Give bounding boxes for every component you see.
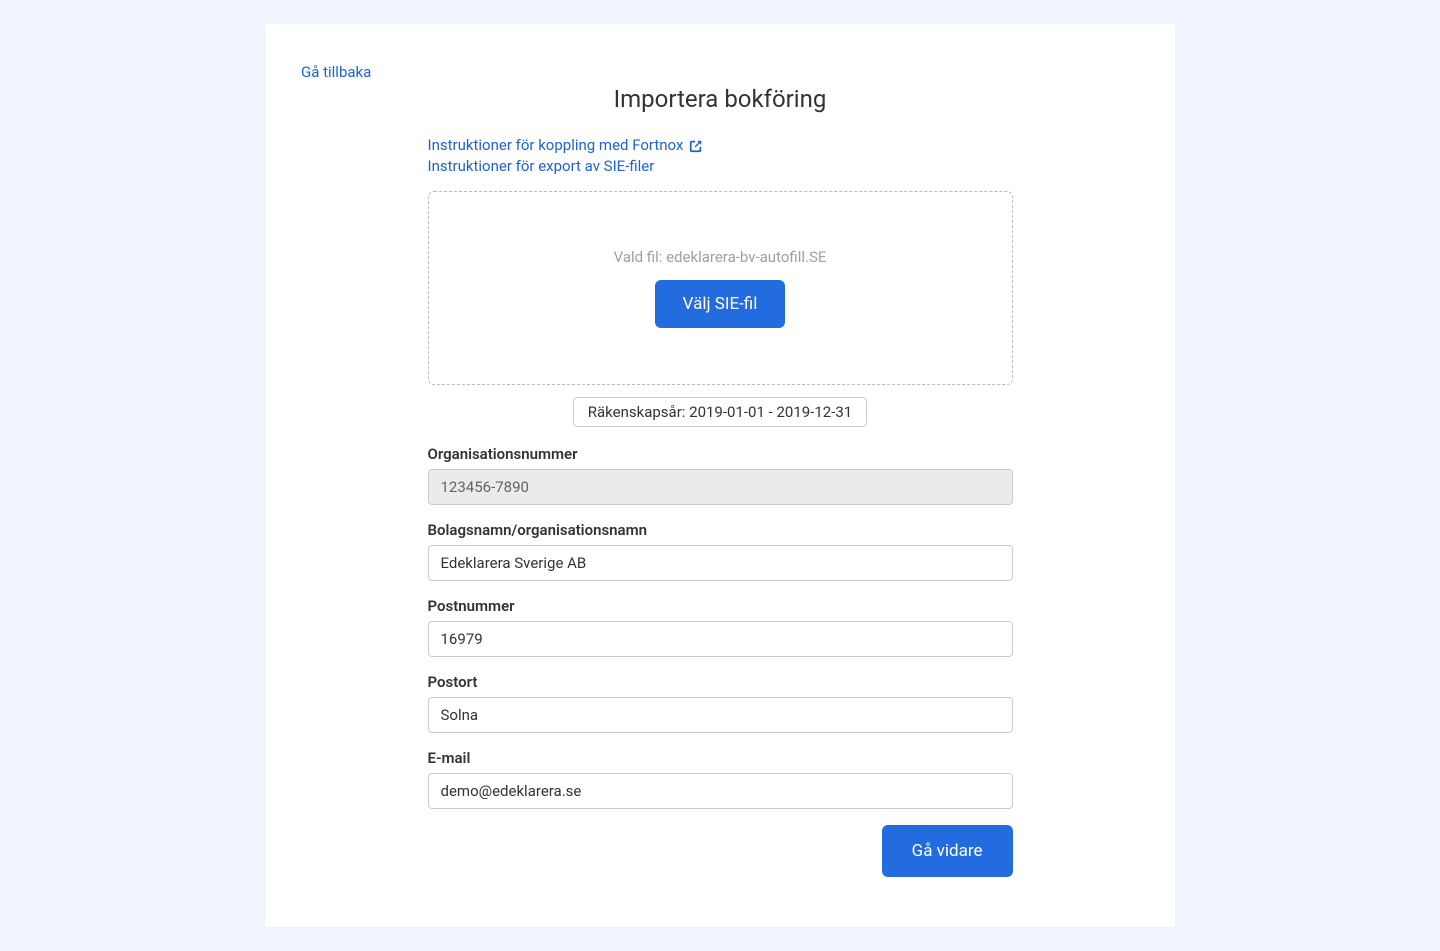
file-name: edeklarera-bv-autofill.SE (666, 248, 826, 266)
fiscal-year-container: Räkenskapsår: 2019-01-01 - 2019-12-31 (428, 397, 1013, 427)
choose-file-button[interactable]: Välj SIE-fil (655, 280, 786, 328)
fortnox-instructions-link[interactable]: Instruktioner för koppling med Fortnox (428, 135, 704, 156)
email-input[interactable] (428, 773, 1013, 809)
page-title: Importera bokföring (301, 85, 1139, 113)
external-link-icon (689, 139, 703, 153)
company-name-label: Bolagsnamn/organisationsnamn (428, 521, 1013, 539)
continue-button[interactable]: Gå vidare (882, 825, 1013, 877)
selected-file-label: Vald fil: edeklarera-bv-autofill.SE (449, 248, 992, 266)
postal-code-label: Postnummer (428, 597, 1013, 615)
email-group: E-mail (428, 749, 1013, 809)
fortnox-instructions-label: Instruktioner för koppling med Fortnox (428, 135, 684, 156)
main-card: Gå tillbaka Importera bokföring Instrukt… (265, 24, 1175, 927)
file-dropzone[interactable]: Vald fil: edeklarera-bv-autofill.SE Välj… (428, 191, 1013, 385)
city-group: Postort (428, 673, 1013, 733)
org-number-input (428, 469, 1013, 505)
postal-code-group: Postnummer (428, 597, 1013, 657)
org-number-label: Organisationsnummer (428, 445, 1013, 463)
city-input[interactable] (428, 697, 1013, 733)
email-label: E-mail (428, 749, 1013, 767)
form-actions: Gå vidare (428, 825, 1013, 877)
city-label: Postort (428, 673, 1013, 691)
company-name-group: Bolagsnamn/organisationsnamn (428, 521, 1013, 581)
org-number-group: Organisationsnummer (428, 445, 1013, 505)
instructions-block: Instruktioner för koppling med Fortnox I… (428, 135, 1013, 177)
form-container: Instruktioner för koppling med Fortnox I… (428, 135, 1013, 877)
postal-code-input[interactable] (428, 621, 1013, 657)
file-prefix: Vald fil: (614, 248, 667, 266)
company-name-input[interactable] (428, 545, 1013, 581)
sie-export-instructions-link[interactable]: Instruktioner för export av SIE-filer (428, 156, 655, 177)
fiscal-year-select[interactable]: Räkenskapsår: 2019-01-01 - 2019-12-31 (573, 397, 867, 427)
back-link[interactable]: Gå tillbaka (301, 63, 371, 81)
